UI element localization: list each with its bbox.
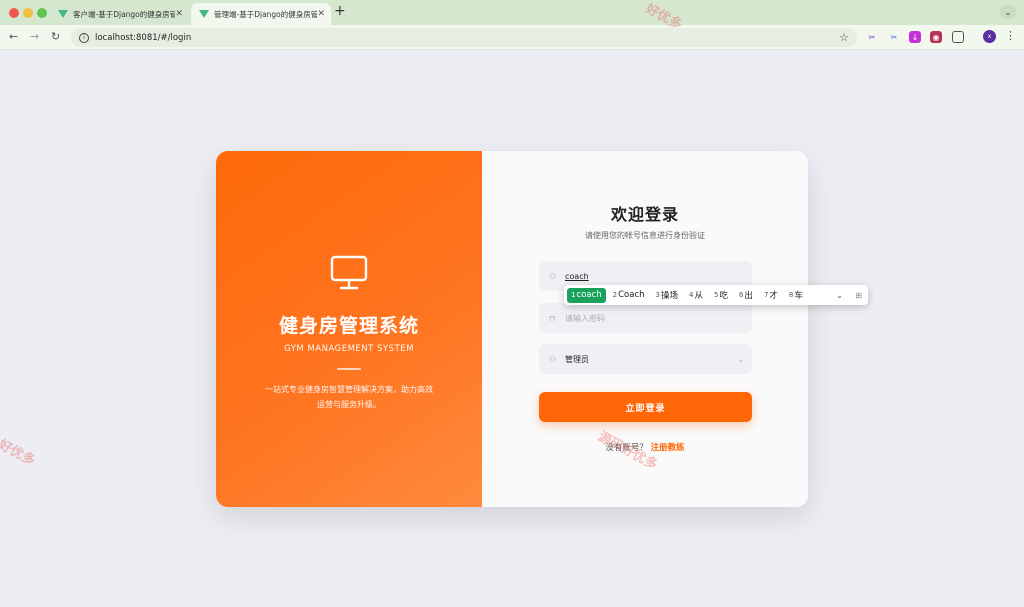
user-icon: ⚇ [549,271,557,281]
monitor-icon [330,255,368,290]
login-button[interactable]: 立即登录 [539,392,752,422]
robot-extension-icon[interactable]: ◉ [930,31,942,43]
ime-candidate[interactable]: 6出 [735,288,757,303]
browser-tab-admin[interactable]: 管理端-基于Django的健身房管理系统 ✕ [191,3,331,25]
ime-candidate[interactable]: 7才 [760,288,782,303]
role-value: 管理员 [565,354,589,364]
ime-expand-chevron-icon[interactable]: ⌄ [836,291,843,300]
maximize-window-button[interactable] [37,8,47,18]
ime-candidate[interactable]: 4从 [685,288,707,303]
ime-grid-icon[interactable]: ⊞ [855,291,862,300]
chevron-down-icon: ⌄ [737,354,744,364]
site-info-icon[interactable]: i [79,32,89,43]
divider [337,368,361,370]
extensions-puzzle-icon[interactable] [952,31,964,43]
user-icon: ⚇ [549,354,557,364]
system-subtitle: GYM MANAGEMENT SYSTEM [284,344,414,354]
ime-candidate-bar: 1 coach 2 Coach 3 操场 4从 5吃 6出 7才 8车 ⌄ ⊞ [564,285,868,305]
ime-candidate[interactable]: 1 coach [567,287,606,303]
new-tab-button[interactable]: + [334,3,346,19]
system-description: 一站式专业健身房智慧管理解决方案，助力高效运营与服务升级。 [265,385,433,409]
username-value: coach [565,271,589,281]
ime-candidate[interactable]: 3 操场 [652,288,682,303]
profile-avatar[interactable]: x [983,30,996,43]
lock-icon: ⊓ [549,313,556,323]
ime-candidate[interactable]: 8车 [785,288,807,303]
login-card: 健身房管理系统 GYM MANAGEMENT SYSTEM 一站式专业健身房智慧… [216,151,808,507]
cut-extension-icon[interactable]: ✂ [888,31,900,43]
browser-tab-bar: 客户端-基于Django的健身房管理系统 ✕ 管理端-基于Django的健身房管… [0,0,1024,25]
bookmark-star-icon[interactable]: ☆ [839,31,849,44]
watermark: 好优多 [0,437,38,470]
vue-logo-icon [58,10,68,18]
minimize-window-button[interactable] [23,8,33,18]
url-text: localhost:8081/#/login [95,32,192,43]
download-extension-icon[interactable]: ↓ [909,31,921,43]
ime-candidate[interactable]: 2 Coach [609,288,649,303]
tab-close-icon[interactable]: ✕ [175,9,183,19]
role-select[interactable]: ⚇ 管理员 ⌄ [539,344,752,374]
login-title: 欢迎登录 [610,205,679,224]
system-title: 健身房管理系统 [278,315,419,337]
scissors-extension-icon[interactable]: ✂ [866,31,878,43]
back-arrow-icon[interactable]: ← [9,30,18,43]
login-subtitle: 请使用您的帐号信息进行身份验证 [585,231,705,240]
register-coach-link[interactable]: 注册教练 [651,443,685,453]
tab-search-chevron-icon[interactable]: ⌄ [1000,4,1016,20]
address-bar[interactable]: i localhost:8081/#/login ☆ [71,28,857,47]
reload-icon[interactable]: ↻ [51,30,60,43]
close-window-button[interactable] [9,8,19,18]
tab-title: 管理端-基于Django的健身房管理系统 [214,9,318,19]
browser-tab-client[interactable]: 客户端-基于Django的健身房管理系统 ✕ [50,3,189,25]
more-menu-icon[interactable]: ⋮ [1005,29,1016,42]
brand-panel: 健身房管理系统 GYM MANAGEMENT SYSTEM 一站式专业健身房智慧… [216,151,482,507]
vue-logo-icon [199,10,209,18]
ime-candidate[interactable]: 5吃 [710,288,732,303]
password-field[interactable]: ⊓ 请输入密码 [539,303,752,333]
forward-arrow-icon[interactable]: → [30,30,39,43]
password-placeholder: 请输入密码 [565,313,605,323]
tab-title: 客户端-基于Django的健身房管理系统 [73,9,176,19]
tab-close-icon[interactable]: ✕ [317,9,325,19]
